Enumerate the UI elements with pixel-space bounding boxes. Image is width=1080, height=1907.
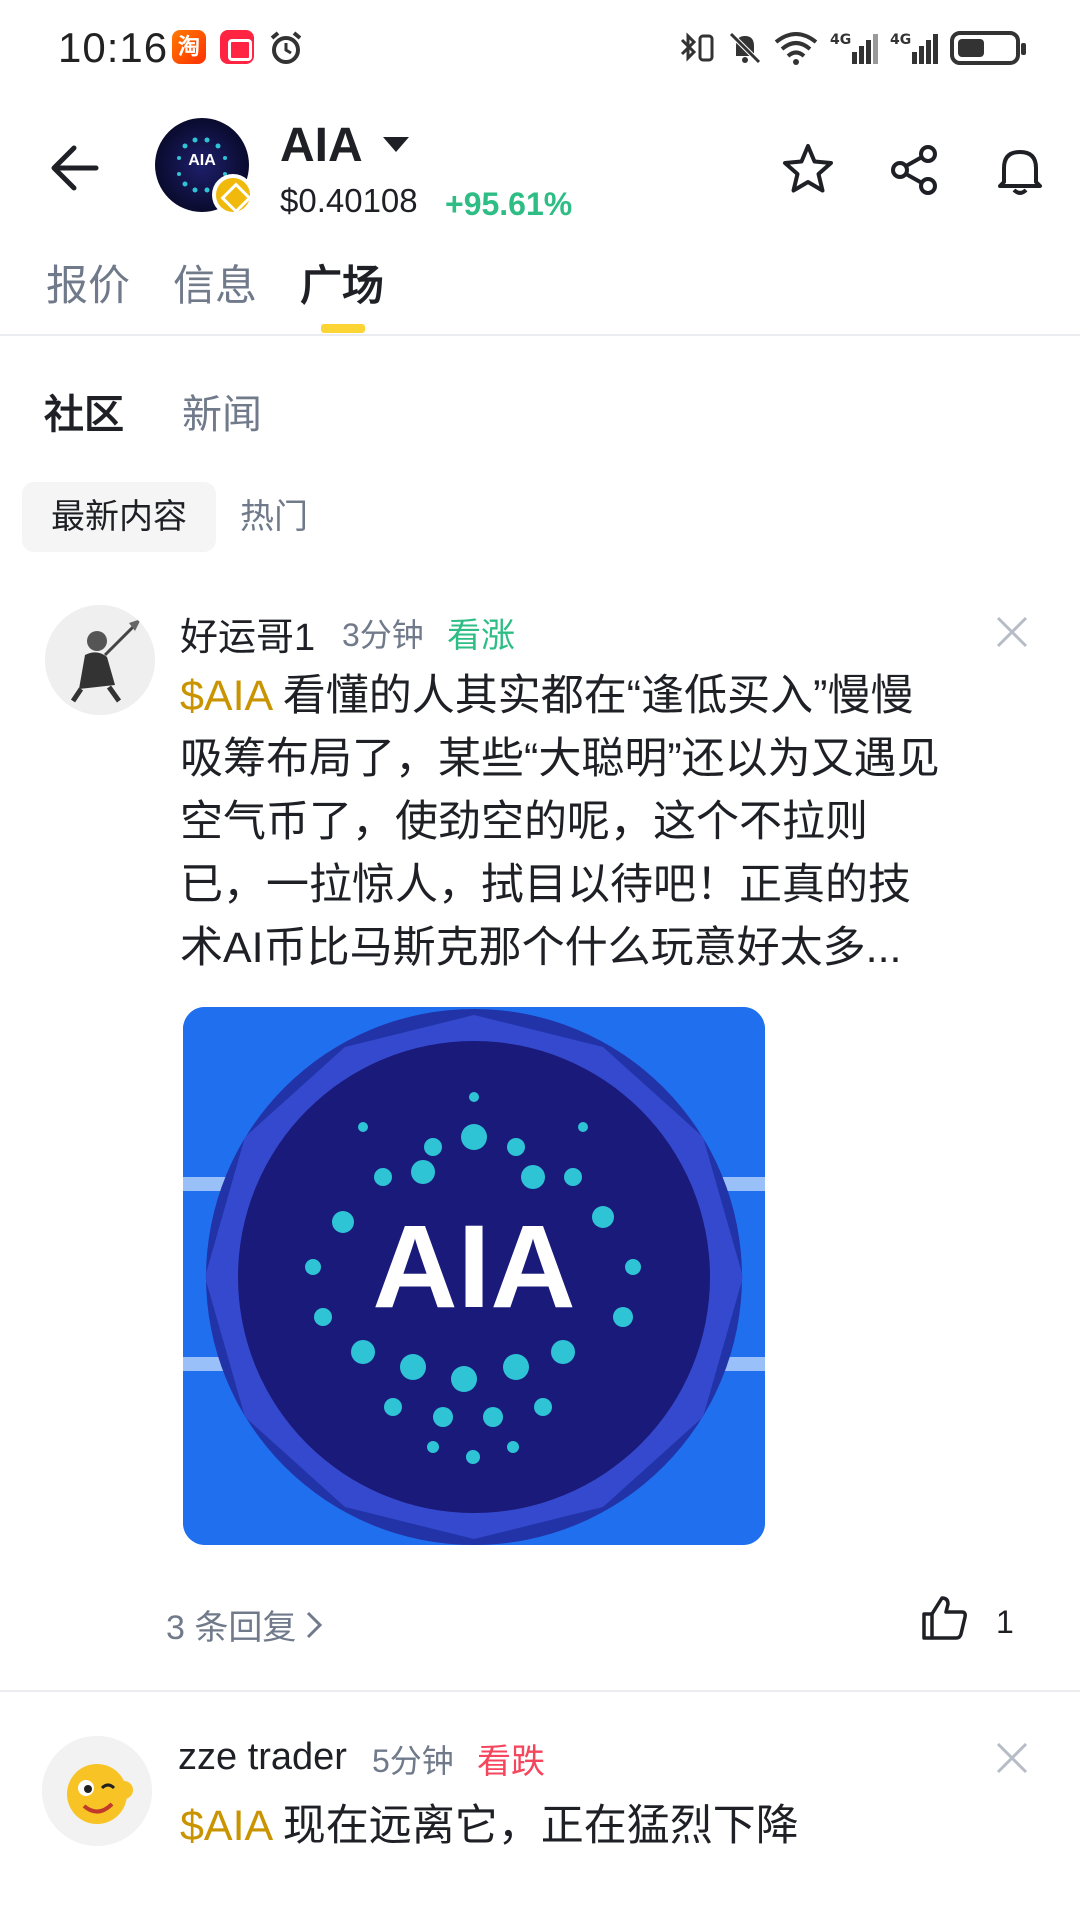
bnb-chain-badge-icon [212,174,254,216]
coin-logo-text: AIA [188,152,216,169]
post-time: 5分钟 [372,1743,454,1779]
subtab-community[interactable]: 社区 [44,382,124,440]
price-change-percent: +95.61% [445,186,573,222]
status-time: 10:16 [58,24,169,71]
star-icon[interactable] [778,140,838,200]
tab-quote[interactable]: 报价 [46,252,130,313]
post-username[interactable]: zze trader [178,1736,347,1779]
close-icon[interactable] [992,612,1032,652]
post-text-line: 空气币了，使劲空的呢，这个不拉则 [180,798,868,846]
signal-1-icon: 4G [830,32,878,64]
taobao-app-icon: 淘 [172,30,206,64]
wifi-icon [774,32,818,65]
post-divider [0,1690,1080,1692]
like-count: 1 [996,1604,1014,1640]
main-tabs: 报价 信息 广场 [0,248,1080,336]
post-text-line: 术AI币比马斯克那个什么玩意好太多... [180,924,902,972]
svg-text:AIA: AIA [372,1201,575,1333]
mute-icon [729,32,761,64]
caret-down-icon[interactable] [383,137,409,152]
chevron-right-icon [307,1611,323,1638]
post-text-line: 已，一拉惊人，拭目以待吧！正真的技 [180,861,911,909]
user-avatar[interactable] [45,605,155,715]
filter-hot[interactable]: 热门 [240,482,308,552]
header-actions [778,140,1050,200]
emoji-avatar-image [42,1736,152,1846]
bluetooth-vibrate-icon [680,32,714,62]
svg-text:4G: 4G [890,32,911,48]
rednote-app-icon [220,30,254,64]
svg-text:4G: 4G [830,32,851,48]
post-text-line: $AIA 看懂的人其实都在“逢低买入”慢慢 [180,665,1060,728]
tab-info[interactable]: 信息 [173,252,257,313]
post-text-segment: 看懂的人其实都在“逢低买入”慢慢 [270,672,914,720]
system-status-icons: 4G 4G [676,30,1026,66]
ninja-avatar-image [45,605,155,715]
active-tab-indicator [321,324,365,333]
post-username[interactable]: 好运哥1 [180,606,315,661]
share-icon[interactable] [884,140,944,200]
battery-icon [950,31,1026,65]
signal-2-icon: 4G [890,32,938,64]
notification-icons: 淘 [172,30,304,66]
post-image[interactable]: AIA [183,1007,765,1545]
filter-latest[interactable]: 最新内容 [22,482,216,552]
cashtag-link[interactable]: $AIA [180,672,271,720]
replies-link[interactable]: 3 条回复 [166,1600,326,1649]
replies-count: 3 条回复 [166,1609,297,1647]
alarm-icon [270,31,302,64]
user-avatar[interactable] [42,1736,152,1846]
coin-price: $0.40108 [280,182,418,219]
post-time: 3分钟 [342,617,424,653]
post-text-line: $AIA 现在远离它，正在猛烈下降 [180,1795,1060,1858]
thumbs-up-icon[interactable] [918,1592,970,1644]
close-icon[interactable] [992,1738,1032,1778]
tab-square[interactable]: 广场 [300,252,384,313]
cashtag-link[interactable]: $AIA [180,1802,271,1850]
aia-token-image: AIA [183,1007,765,1545]
coin-name[interactable]: AIA [280,118,363,173]
post-text[interactable]: $AIA 看懂的人其实都在“逢低买入”慢慢 吸筹布局了，某些“大聪明”还以为又遇… [180,665,1060,980]
post-text[interactable]: $AIA 现在远离它，正在猛烈下降 [180,1795,1060,1858]
coin-header: AIA AIA $0.40108 +95.61% [0,110,1080,235]
bell-icon[interactable] [990,140,1050,200]
status-bar: 10:16 淘 4G 4G [0,0,1080,100]
post-text-segment: 现在远离它，正在猛烈下降 [270,1802,799,1850]
sentiment-badge: 看跌 [477,1743,545,1781]
subtab-news[interactable]: 新闻 [182,382,262,440]
post-text-line: 吸筹布局了，某些“大聪明”还以为又遇见 [180,735,940,783]
back-arrow-icon[interactable] [46,140,102,196]
sentiment-badge: 看涨 [447,617,515,655]
